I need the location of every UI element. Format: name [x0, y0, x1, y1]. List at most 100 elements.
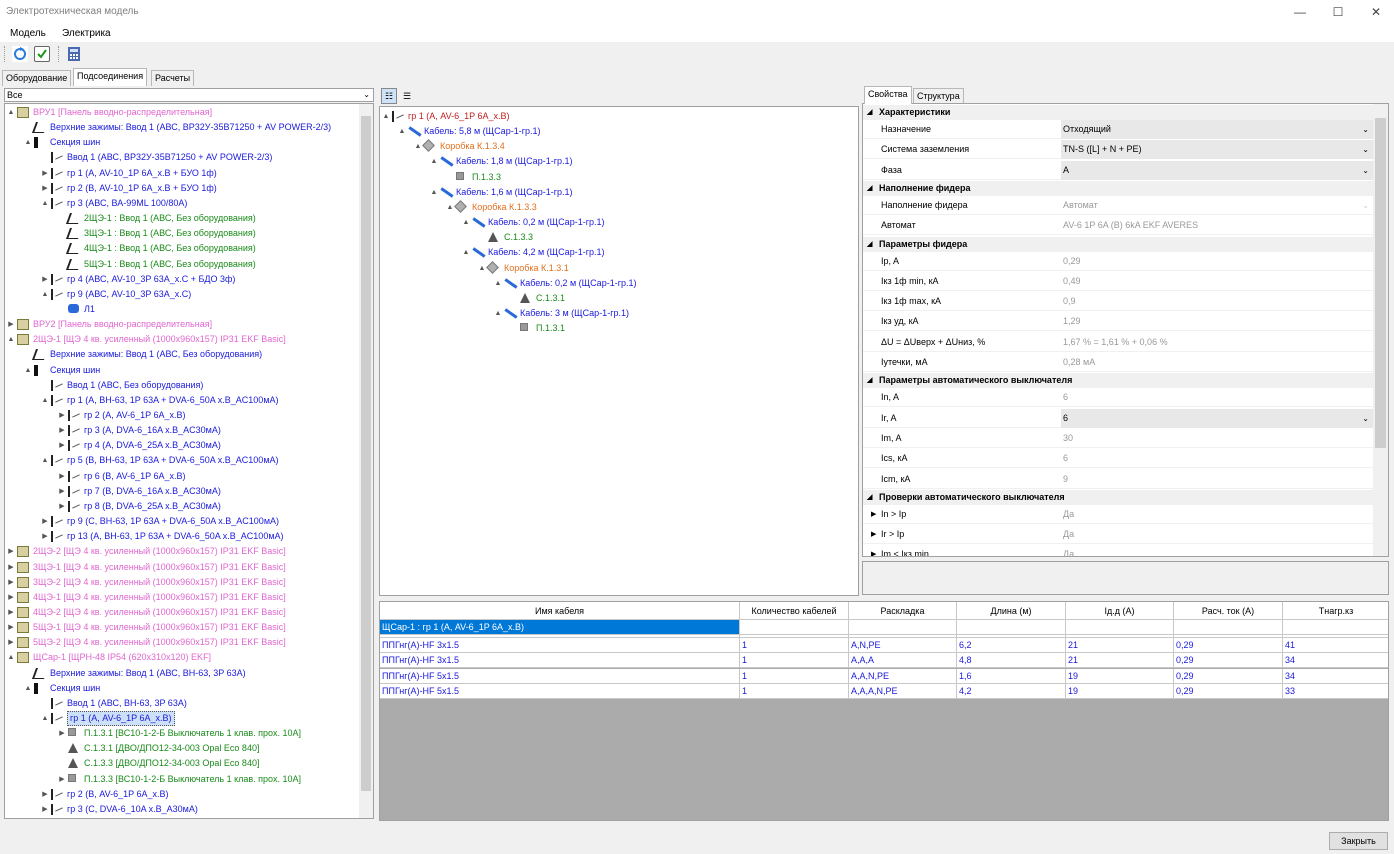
tree-item[interactable]: ▲ 2ЩЭ-1 [ЩЭ 4 кв. усиленный (1000x960x157…: [5, 332, 373, 347]
expand-arrow-icon[interactable]: ▶: [58, 423, 66, 438]
tree-item[interactable]: 5ЩЭ-1 : Ввод 1 (АВС, Без оборудования): [5, 257, 373, 272]
column-header[interactable]: Количество кабелей: [740, 602, 849, 620]
property-row[interactable]: ▶ Ir > Ip Да: [863, 525, 1375, 545]
property-category[interactable]: ◢ Параметры автоматического выключателя: [863, 373, 1375, 389]
property-value[interactable]: 6: [1061, 449, 1373, 468]
tree-item[interactable]: ▶ 5ЩЭ-2 [ЩЭ 4 кв. усиленный (1000x960x157…: [5, 635, 373, 650]
tree-item[interactable]: 4ЩЭ-1 : Ввод 1 (АВС, Без оборудования): [5, 241, 373, 256]
tree-item[interactable]: ▲ Секция шин: [5, 363, 373, 378]
expand-arrow-icon[interactable]: ▶: [41, 787, 49, 802]
chevron-down-icon[interactable]: ⌄: [1362, 409, 1369, 428]
tree-item[interactable]: П.1.3.3: [380, 170, 858, 185]
tree-item[interactable]: ▶ гр 4 (А, DVA-6_25A x.B_AC30мА): [5, 438, 373, 453]
property-row[interactable]: Ir, A 6 ⌄: [863, 408, 1375, 428]
collapse-arrow-icon[interactable]: ◢: [867, 490, 872, 505]
tree-item[interactable]: 2ЩЭ-1 : Ввод 1 (АВС, Без оборудования): [5, 211, 373, 226]
table-cell[interactable]: 33: [1283, 683, 1388, 699]
property-value[interactable]: 0,29: [1061, 252, 1373, 271]
property-row[interactable]: Назначение Отходящий ⌄: [863, 120, 1375, 139]
tree-item[interactable]: ▶ 2ЩЭ-2 [ЩЭ 4 кв. усиленный (1000x960x157…: [5, 544, 373, 559]
property-value[interactable]: 0,28 мА: [1061, 353, 1373, 372]
tree-item[interactable]: ▶ гр 2 (В, AV-10_1P 6A_x.B + БУО 1ф): [5, 181, 373, 196]
tab-structure[interactable]: Структура: [913, 88, 964, 104]
collapse-arrow-icon[interactable]: ▲: [494, 276, 502, 291]
property-value[interactable]: 0,49: [1061, 272, 1373, 291]
tab-properties[interactable]: Свойства: [864, 86, 912, 104]
column-header[interactable]: Iд.д (A): [1066, 602, 1174, 620]
expand-arrow-icon[interactable]: ▶: [58, 772, 66, 787]
collapse-arrow-icon[interactable]: ▲: [494, 306, 502, 321]
collapse-arrow-icon[interactable]: ▲: [41, 287, 49, 302]
tree-item[interactable]: Верхние зажимы: Ввод 1 (АВС, Без оборудо…: [5, 347, 373, 362]
property-row[interactable]: ΔU = ΔUверх + ΔUниз, % 1,67 % = 1,61 % + …: [863, 333, 1375, 352]
property-category[interactable]: ◢ Проверки автоматического выключателя: [863, 489, 1375, 505]
property-row[interactable]: Iкз 1ф min, кА 0,49: [863, 272, 1375, 291]
property-value[interactable]: 0,9: [1061, 292, 1373, 311]
column-header[interactable]: Расч. ток (A): [1174, 602, 1283, 620]
property-value[interactable]: AV-6 1P 6A (B) 6kA EKF AVERES: [1061, 216, 1373, 235]
table-cell[interactable]: [740, 620, 849, 635]
group-row-cell[interactable]: ЩСар-1 : гр 1 (А, AV-6_1P 6A_x.B): [380, 620, 740, 635]
tree-view-icon[interactable]: ☷: [381, 88, 397, 104]
property-row[interactable]: Автомат AV-6 1P 6A (B) 6kA EKF AVERES: [863, 216, 1375, 236]
table-cell[interactable]: 21: [1066, 638, 1174, 653]
filter-dropdown[interactable]: Все ⌄: [4, 88, 374, 102]
property-value[interactable]: 1,29: [1061, 312, 1373, 331]
expand-arrow-icon[interactable]: ▶: [41, 166, 49, 181]
feeder-tree[interactable]: ▲ гр 1 (А, AV-6_1P 6A_x.B) ▲ Кабель: 5,8 м …: [379, 106, 859, 596]
table-cell[interactable]: 34: [1283, 668, 1388, 684]
expand-arrow-icon[interactable]: ▶: [7, 605, 15, 620]
expand-arrow-icon[interactable]: ▶: [58, 499, 66, 514]
property-value[interactable]: 6 ⌄: [1061, 408, 1373, 428]
collapse-arrow-icon[interactable]: ▲: [398, 124, 406, 139]
collapse-arrow-icon[interactable]: ▲: [382, 109, 390, 124]
table-cell[interactable]: 1: [740, 683, 849, 699]
tree-item[interactable]: ▲ Секция шин: [5, 135, 373, 150]
expand-arrow-icon[interactable]: ▶: [7, 575, 15, 590]
tree-item[interactable]: ▶ 5ЩЭ-1 [ЩЭ 4 кв. усиленный (1000x960x157…: [5, 620, 373, 635]
property-value[interactable]: Да: [1061, 505, 1373, 524]
chevron-down-icon[interactable]: ⌄: [1362, 196, 1369, 215]
expand-arrow-icon[interactable]: ▶: [41, 802, 49, 817]
menu-model[interactable]: Модель: [10, 28, 46, 39]
tree-item[interactable]: ▶ гр 9 (С, ВН-63, 1P 63A + DVA-6_50A x.B_…: [5, 514, 373, 529]
property-row[interactable]: Iкз 1ф max, кА 0,9: [863, 292, 1375, 312]
table-cell[interactable]: 0,29: [1174, 668, 1283, 684]
column-header[interactable]: Имя кабеля: [380, 602, 740, 620]
table-cell[interactable]: 0,29: [1174, 683, 1283, 699]
expand-arrow-icon[interactable]: ▶: [7, 317, 15, 332]
table-cell[interactable]: 19: [1066, 683, 1174, 699]
collapse-arrow-icon[interactable]: ▲: [414, 139, 422, 154]
property-value[interactable]: 30: [1061, 429, 1373, 448]
tree-item[interactable]: ▶ 3ЩЭ-2 [ЩЭ 4 кв. усиленный (1000x960x157…: [5, 575, 373, 590]
refresh-icon[interactable]: [12, 46, 28, 62]
table-cell[interactable]: A,A,N,PE: [849, 668, 957, 684]
table-cell[interactable]: [1283, 620, 1388, 635]
property-value[interactable]: 1,67 % = 1,61 % + 0,06 %: [1061, 333, 1373, 352]
tree-item[interactable]: ▲ гр 5 (В, ВН-63, 1P 63A + DVA-6_50A x.B_…: [5, 453, 373, 468]
scroll-thumb[interactable]: [361, 116, 371, 791]
tree-item[interactable]: ▶ П.1.3.1 [ВС10-1-2-Б Выключатель 1 клав.…: [5, 726, 373, 741]
tree-item[interactable]: ▲ Кабель: 5,8 м (ЩСар-1-гр.1): [380, 124, 858, 139]
property-category[interactable]: ◢ Параметры фидера: [863, 236, 1375, 252]
calculator-icon[interactable]: [66, 46, 82, 62]
table-cell[interactable]: ППГнг(А)-HF 5x1.5: [380, 668, 740, 684]
tree-item[interactable]: ▶ гр 3 (А, DVA-6_16A x.B_AC30мА): [5, 423, 373, 438]
collapse-arrow-icon[interactable]: ▲: [41, 393, 49, 408]
property-value[interactable]: Да: [1061, 525, 1373, 544]
tree-item[interactable]: ▲ Кабель: 4,2 м (ЩСар-1-гр.1): [380, 245, 858, 260]
connections-tree[interactable]: ▲ ВРУ1 [Панель вводно-распределительная] В…: [4, 103, 374, 819]
property-value[interactable]: TN-S ([L] + N + PE) ⌄: [1061, 140, 1373, 160]
tree-item[interactable]: ▶ гр 8 (В, DVA-6_25A x.B_AC30мА): [5, 499, 373, 514]
table-cell[interactable]: 0,29: [1174, 653, 1283, 669]
tree-item[interactable]: ▲ Кабель: 1,6 м (ЩСар-1-гр.1): [380, 185, 858, 200]
tree-item[interactable]: ▲ гр 1 (А, AV-6_1P 6A_x.B): [380, 109, 858, 124]
close-button[interactable]: Закрыть: [1329, 832, 1388, 850]
tree-item[interactable]: Верхние зажимы: Ввод 1 (АВС, ВР32У-35В71…: [5, 120, 373, 135]
table-cell[interactable]: 1: [740, 638, 849, 653]
tab-calculations[interactable]: Расчеты: [151, 70, 195, 86]
chevron-down-icon[interactable]: ⌄: [1362, 140, 1369, 159]
property-value[interactable]: Отходящий ⌄: [1061, 120, 1373, 139]
expand-arrow-icon[interactable]: ▶: [7, 635, 15, 650]
close-window-button[interactable]: ✕: [1358, 2, 1394, 22]
